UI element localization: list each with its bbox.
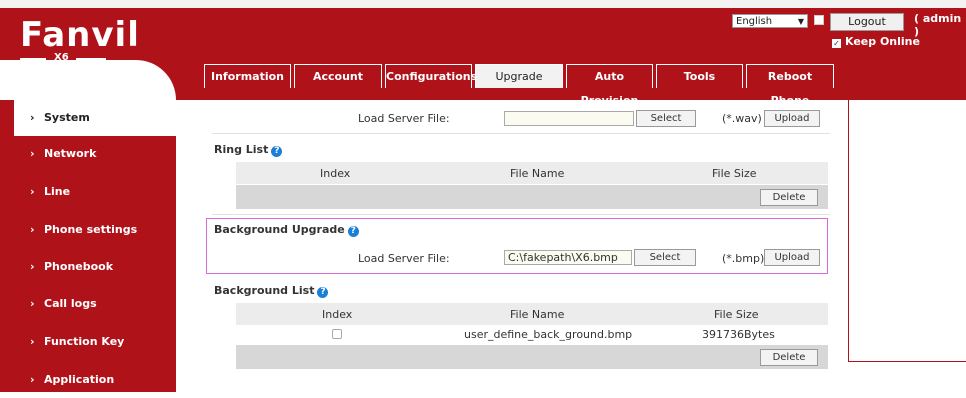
sidebar-item-label: Function Key [44, 335, 125, 348]
tab-information[interactable]: Information [204, 64, 291, 88]
fanvil-logo: Fanvil X6 [20, 15, 140, 66]
chevron-right-icon: › [30, 185, 35, 198]
ring-load-label: Load Server File: [358, 112, 450, 125]
bg-list-footer [236, 345, 828, 369]
ring-list-footer [236, 185, 828, 209]
divider [212, 133, 830, 134]
sidebar-item-label: Network [44, 147, 97, 160]
sidebar-item-label: Phone settings [44, 223, 138, 236]
bg-col-file-name: File Name [510, 308, 565, 321]
background-upgrade-title-text: Background Upgrade [214, 223, 345, 236]
language-value: English [736, 16, 773, 27]
bg-row-checkbox[interactable] [332, 329, 342, 339]
bg-delete-button[interactable]: Delete [760, 349, 818, 366]
ring-delete-button[interactable]: Delete [760, 189, 818, 206]
bg-col-index: Index [322, 308, 353, 321]
sidebar-item-application[interactable]: › Application [0, 362, 176, 398]
chevron-right-icon: › [30, 111, 35, 124]
tab-auto-provision[interactable]: Auto Provision [566, 64, 653, 107]
background-list-title: Background List? [214, 284, 329, 298]
sidebar-item-system[interactable]: › System [14, 100, 176, 136]
sidebar-item-line[interactable]: › Line [0, 174, 176, 210]
ring-col-file-name: File Name [510, 167, 565, 180]
sidebar-item-phone-settings[interactable]: › Phone settings [0, 212, 176, 248]
chevron-right-icon: › [30, 260, 35, 273]
chevron-right-icon: › [30, 335, 35, 348]
sidebar-item-network[interactable]: › Network [0, 136, 176, 172]
ring-list-title: Ring List? [214, 143, 283, 157]
language-checkbox[interactable] [814, 15, 824, 25]
background-upgrade-title: Background Upgrade? [214, 223, 359, 237]
sidebar-item-label: Application [44, 373, 115, 386]
help-icon[interactable]: ? [347, 226, 359, 237]
keep-online-checkbox[interactable]: ✓ [832, 39, 841, 48]
sidebar-item-call-logs[interactable]: › Call logs [0, 286, 176, 322]
chevron-right-icon: › [30, 297, 35, 310]
chevron-right-icon: › [30, 223, 35, 236]
ring-list-title-text: Ring List [214, 143, 269, 156]
right-panel [848, 100, 966, 362]
bg-upload-button[interactable]: Upload [764, 249, 820, 266]
keep-online[interactable]: ✓ Keep Online [832, 35, 920, 48]
ring-file-field[interactable] [504, 111, 634, 126]
background-list-title-text: Background List [214, 284, 315, 297]
tab-account[interactable]: Account [294, 64, 382, 88]
bg-select-button[interactable]: Select [634, 249, 696, 266]
help-icon[interactable]: ? [317, 287, 329, 298]
sidebar: › System › Network › Line › Phone settings ›… [0, 100, 176, 392]
top-strip [0, 0, 966, 8]
sidebar-item-function-key[interactable]: › Function Key [0, 324, 176, 360]
bg-col-file-size: File Size [714, 308, 759, 321]
sidebar-item-label: Phonebook [44, 260, 114, 273]
tab-upgrade[interactable]: Upgrade [475, 64, 563, 88]
ring-col-file-size: File Size [712, 167, 757, 180]
chevron-right-icon: › [30, 147, 35, 160]
sidebar-item-label: System [44, 111, 90, 124]
bg-ext-label: (*.bmp) [722, 252, 765, 265]
logo-text: Fanvil [20, 15, 140, 55]
tab-configurations[interactable]: Configurations [385, 64, 477, 88]
ring-ext-label: (*.wav) [722, 112, 762, 125]
ring-upload-button[interactable]: Upload [764, 110, 820, 127]
tab-tools[interactable]: Tools [656, 64, 743, 88]
bg-load-label: Load Server File: [358, 252, 450, 265]
bg-row-file-size: 391736Bytes [702, 328, 775, 341]
sidebar-item-phonebook[interactable]: › Phonebook [0, 249, 176, 285]
chevron-right-icon: › [30, 373, 35, 386]
chevron-down-icon: ▼ [797, 17, 804, 26]
sidebar-item-label: Line [44, 185, 71, 198]
sidebar-item-label: Call logs [44, 297, 97, 310]
sidebar-cap [0, 60, 176, 100]
tab-reboot-phone[interactable]: Reboot Phone [746, 64, 834, 107]
ring-col-index: Index [320, 167, 351, 180]
language-select[interactable]: English ▼ [732, 14, 808, 28]
ring-select-button[interactable]: Select [636, 110, 696, 127]
bg-file-field[interactable]: C:\fakepath\X6.bmp [504, 250, 632, 265]
keep-online-label: Keep Online [845, 35, 920, 48]
bg-row-file-name: user_define_back_ground.bmp [464, 328, 633, 341]
help-icon[interactable]: ? [271, 146, 283, 157]
logout-button[interactable]: Logout [830, 13, 904, 31]
user-label: ( admin ) [914, 12, 962, 38]
divider [212, 214, 830, 215]
